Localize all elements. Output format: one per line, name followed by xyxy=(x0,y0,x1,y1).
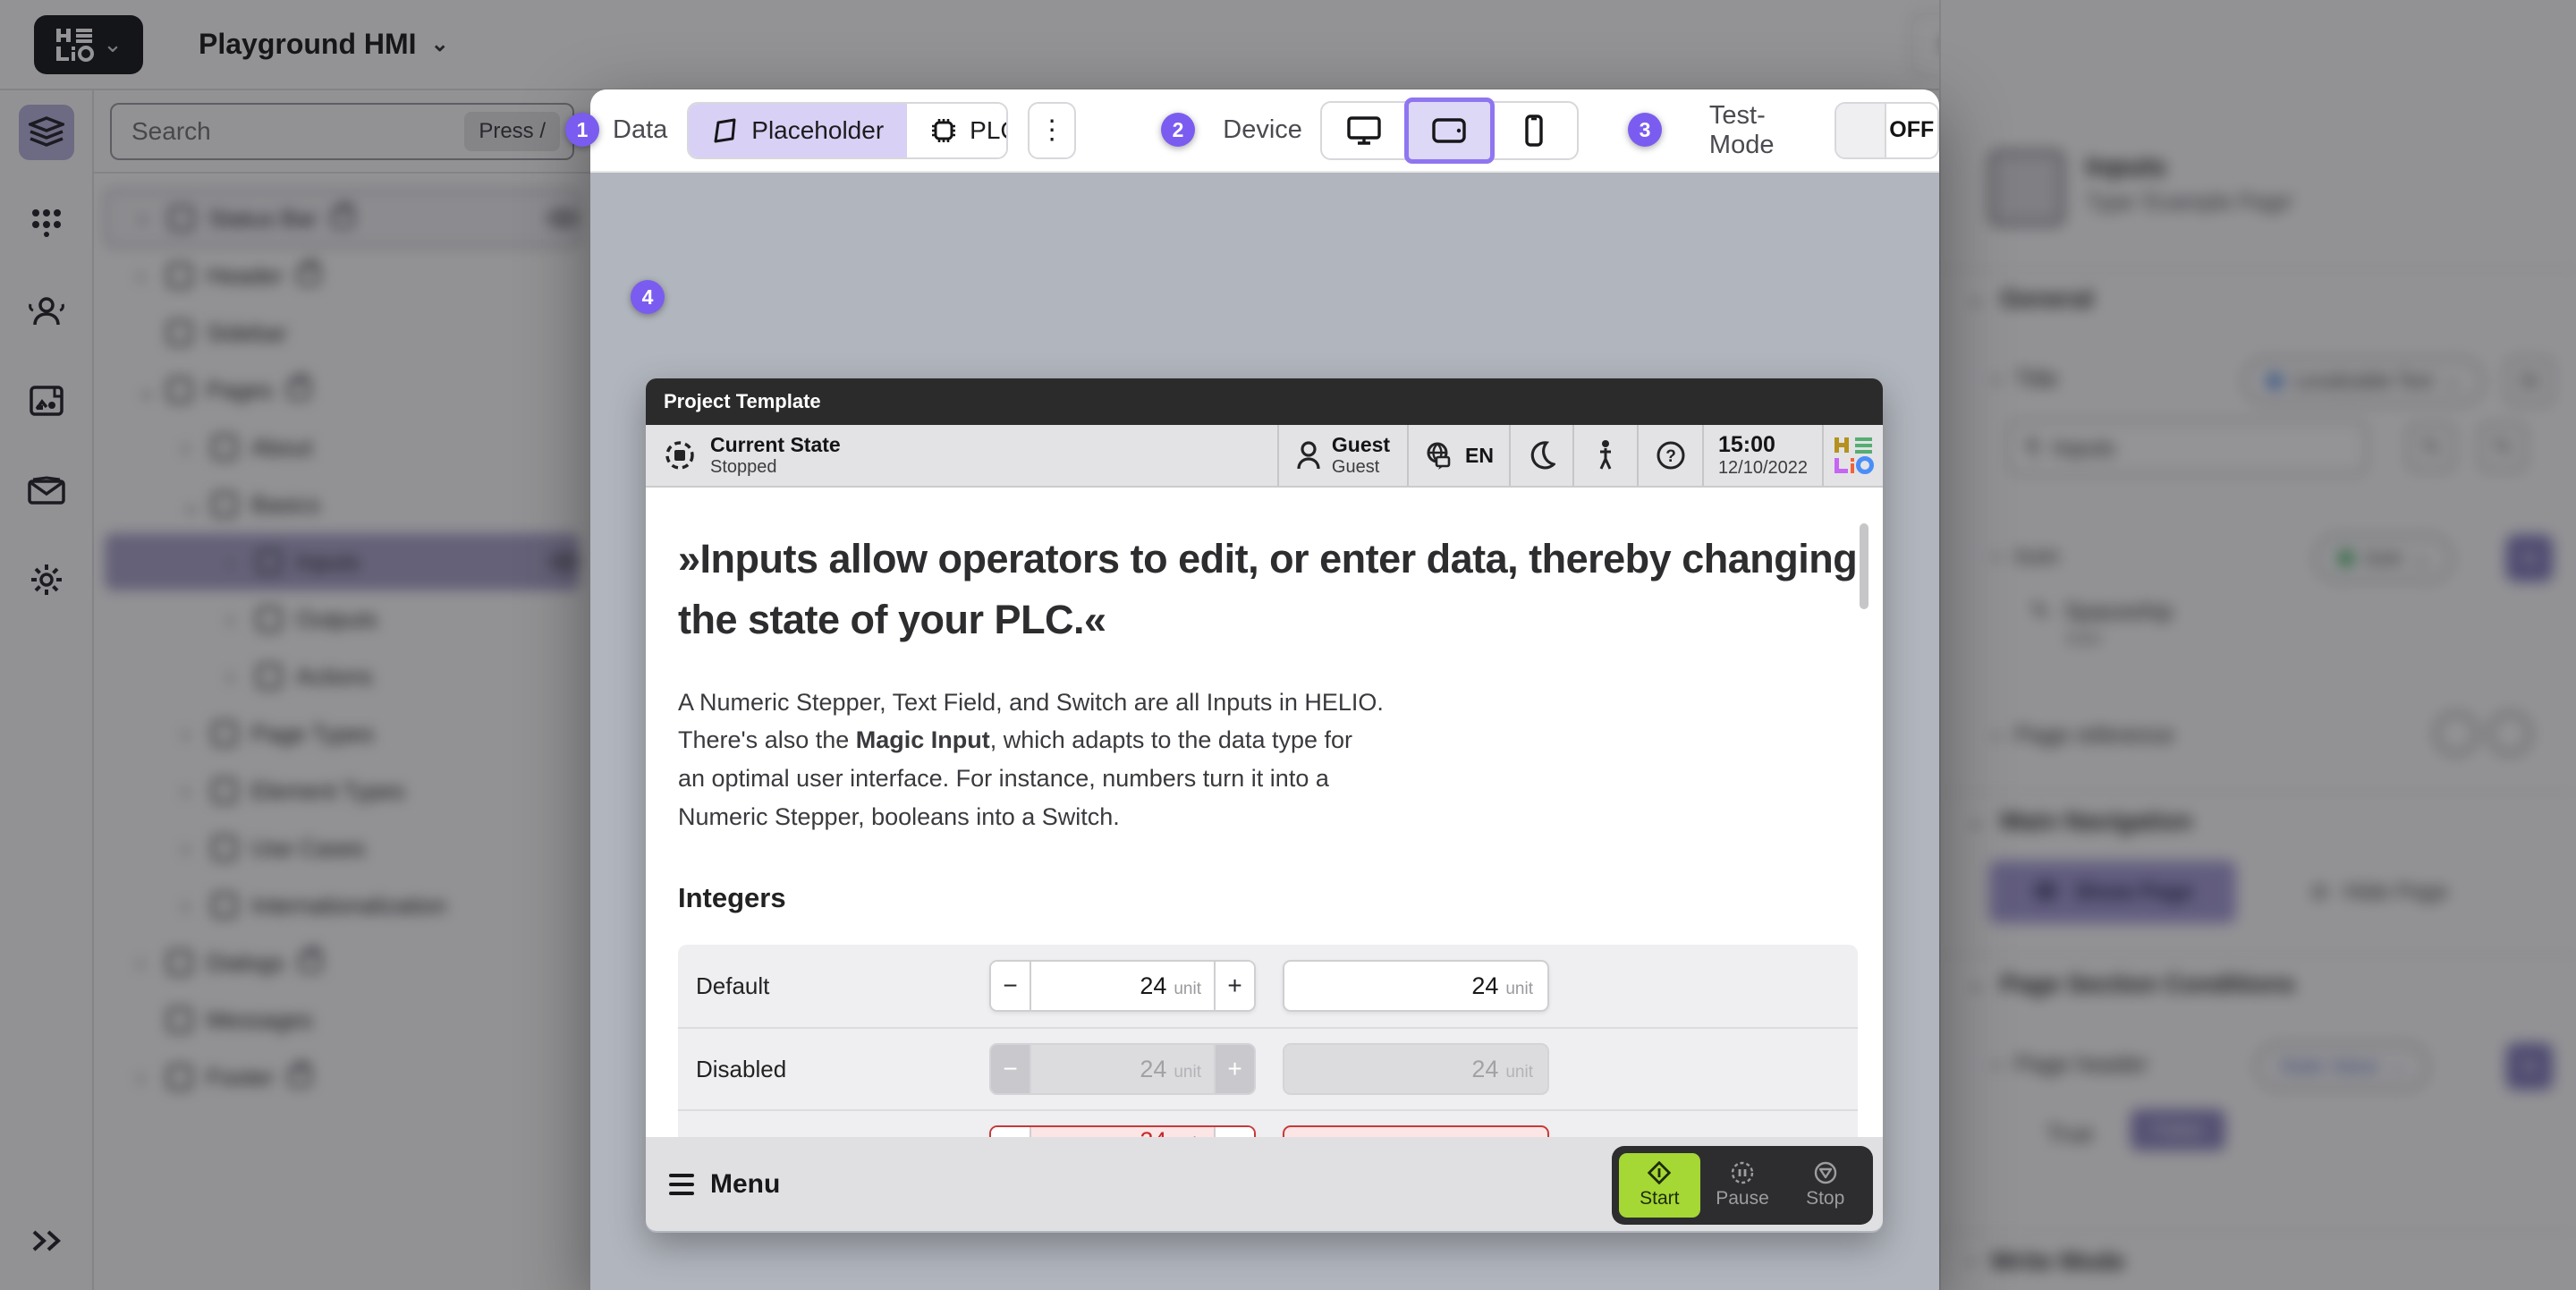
clock-cell: 15:0012/10/2022 xyxy=(1702,425,1822,486)
hmi-footer-bar: Menu Start Pause Stop xyxy=(646,1137,1883,1231)
stepper-value-field[interactable]: 24unit xyxy=(1031,1127,1214,1137)
integer-row-invalid: Invalid − 24unit + 24unit xyxy=(678,1109,1858,1137)
plc-chip-icon xyxy=(930,117,957,144)
page-quote: »Inputs allow operators to edit, or ente… xyxy=(678,529,1868,651)
data-source-placeholder-option[interactable]: Placeholder xyxy=(689,104,907,157)
stepper-increment-button[interactable]: + xyxy=(1214,962,1254,1010)
stop-button[interactable]: Stop xyxy=(1784,1153,1866,1218)
tablet-icon xyxy=(1431,117,1467,144)
pause-icon xyxy=(1731,1161,1754,1184)
helio-color-logo-icon xyxy=(1833,436,1874,475)
data-source-plc-option[interactable]: PLC xyxy=(907,104,1008,157)
numeric-field-disabled: 24unit xyxy=(1283,1043,1549,1095)
scrollbar-thumb[interactable] xyxy=(1860,523,1868,609)
moon-icon xyxy=(1529,441,1555,470)
guide-step-3-badge: 3 xyxy=(1628,113,1662,147)
test-mode-label: Test-Mode xyxy=(1709,101,1818,160)
device-phone-option[interactable] xyxy=(1492,103,1577,158)
hamburger-icon xyxy=(669,1174,694,1195)
stepper-increment-button[interactable]: + xyxy=(1214,1127,1254,1137)
placeholder-prism-icon xyxy=(712,117,739,144)
device-segmented xyxy=(1320,101,1579,160)
device-preview-frame: Project Template Current StateStopped Gu… xyxy=(646,378,1883,1233)
device-tablet-option[interactable] xyxy=(1407,100,1492,161)
preview-window-title: Project Template xyxy=(664,390,821,413)
preview-more-menu-button[interactable]: ⋮ xyxy=(1028,102,1076,159)
hmi-status-bar: Current StateStopped GuestGuest EN ? xyxy=(646,425,1883,488)
page-intro: A Numeric Stepper, Text Field, and Switc… xyxy=(678,683,1385,836)
data-source-label: Data xyxy=(613,115,667,145)
user-icon xyxy=(1296,440,1321,471)
test-mode-toggle-track xyxy=(1836,104,1886,157)
desktop-icon xyxy=(1346,115,1382,146)
help-cell[interactable]: ? xyxy=(1637,425,1702,486)
preview-modal: Data Placeholder PLC ⋮ Device Test-Mo xyxy=(590,89,1939,1290)
numeric-field[interactable]: 24unit xyxy=(1283,960,1549,1012)
numeric-stepper: − 24unit + xyxy=(989,960,1256,1012)
data-source-segmented: Placeholder PLC xyxy=(687,102,1008,159)
test-mode-toggle[interactable]: OFF xyxy=(1835,102,1939,159)
numeric-stepper-invalid: − 24unit + xyxy=(989,1125,1256,1137)
integer-row-disabled: Disabled − 24unit + 24unit xyxy=(678,1027,1858,1109)
start-button[interactable]: Start xyxy=(1619,1153,1700,1218)
run-control-cluster: Start Pause Stop xyxy=(1612,1146,1873,1225)
guide-step-1-badge: 1 xyxy=(565,113,599,147)
integers-section-title: Integers xyxy=(678,882,1883,914)
numeric-stepper-disabled: − 24unit + xyxy=(989,1043,1256,1095)
accessibility-cell[interactable] xyxy=(1572,425,1637,486)
preview-toolbar: Data Placeholder PLC ⋮ Device Test-Mo xyxy=(590,89,1939,173)
hmi-page-content: »Inputs allow operators to edit, or ente… xyxy=(646,488,1883,1137)
preview-window-titlebar: Project Template xyxy=(646,378,1883,425)
stepper-decrement-button[interactable]: − xyxy=(991,1127,1031,1137)
svg-text:?: ? xyxy=(1665,447,1676,466)
stop-icon xyxy=(1814,1161,1837,1184)
hmi-logo-cell xyxy=(1822,425,1883,486)
user-cell[interactable]: GuestGuest xyxy=(1277,425,1407,486)
dark-mode-cell[interactable] xyxy=(1509,425,1572,486)
preview-stage: Project Template Current StateStopped Gu… xyxy=(590,173,1939,1290)
pause-button[interactable]: Pause xyxy=(1702,1153,1784,1218)
start-diamond-icon xyxy=(1648,1161,1671,1184)
current-state-cell: Current StateStopped xyxy=(646,425,1277,486)
help-icon: ? xyxy=(1656,440,1686,471)
guide-step-2-badge: 2 xyxy=(1161,113,1195,147)
integers-panel: Default − 24unit + 24unit Disabled − 24u… xyxy=(678,945,1858,1137)
guide-step-4-badge: 4 xyxy=(631,280,665,314)
numeric-field-invalid[interactable]: 24unit xyxy=(1283,1125,1549,1137)
hmi-menu-button[interactable]: Menu xyxy=(669,1169,780,1200)
language-globe-icon xyxy=(1424,441,1454,470)
phone-icon xyxy=(1524,115,1544,147)
stepper-value-field: 24unit xyxy=(1031,1056,1214,1083)
stepper-increment-button: + xyxy=(1214,1045,1254,1093)
person-icon xyxy=(1597,439,1614,471)
stepper-decrement-button: − xyxy=(991,1045,1031,1093)
state-stopped-icon xyxy=(664,439,696,471)
device-desktop-option[interactable] xyxy=(1322,103,1407,158)
stepper-decrement-button[interactable]: − xyxy=(991,962,1031,1010)
stepper-value-field[interactable]: 24unit xyxy=(1031,972,1214,1000)
test-mode-state: OFF xyxy=(1886,104,1937,157)
language-cell[interactable]: EN xyxy=(1407,425,1509,486)
integer-row-default: Default − 24unit + 24unit xyxy=(678,945,1858,1027)
device-label: Device xyxy=(1223,115,1302,145)
